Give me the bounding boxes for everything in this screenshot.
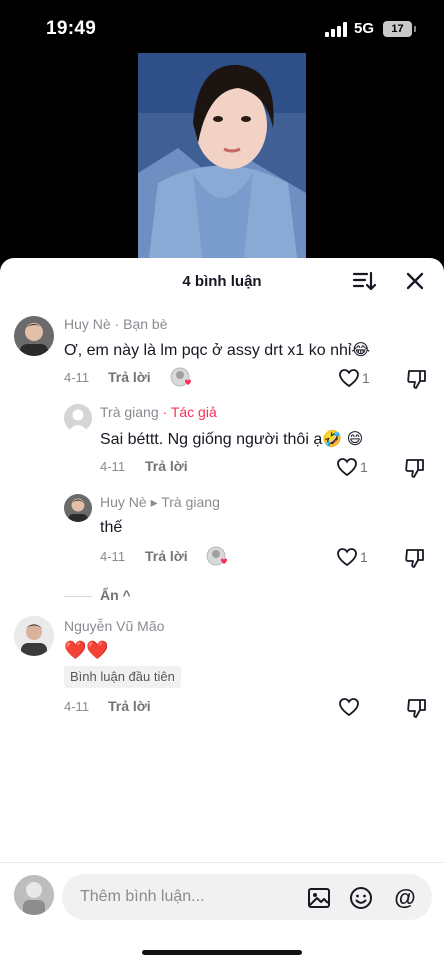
reply-button[interactable]: Trả lời bbox=[108, 369, 151, 385]
dislike-icon[interactable] bbox=[404, 457, 426, 479]
image-icon[interactable] bbox=[306, 885, 332, 911]
comment-text: Ơ, em này là lm pqc ở assy drt x1 ko nhỉ… bbox=[64, 342, 371, 359]
dislike-icon[interactable] bbox=[406, 368, 428, 390]
network-type: 5G bbox=[354, 20, 375, 37]
avatar[interactable] bbox=[64, 494, 92, 522]
comment-count-title: 4 bình luận bbox=[182, 273, 262, 290]
signal-icon bbox=[325, 22, 349, 37]
comment-input[interactable]: Thêm bình luận... @ bbox=[62, 874, 432, 920]
heart-icon[interactable] bbox=[338, 368, 360, 388]
comment-author[interactable]: Huy Nè ▸ Trà giang bbox=[100, 494, 220, 511]
comment-text: Sai béttt. Ng giống người thôi ạ🤣 😄 bbox=[100, 431, 364, 448]
avatar[interactable] bbox=[64, 404, 92, 432]
collapse-label[interactable]: Ẩn ^ bbox=[100, 587, 131, 603]
reply-item: Trà giang · Tác giả Sai béttt. Ng giống … bbox=[0, 400, 444, 480]
reply-to-tag[interactable]: ▸ Trà giang bbox=[151, 494, 220, 510]
comment-date: 4-11 bbox=[64, 370, 90, 385]
comment-sheet: 4 bình luận Huy Nè · Bạn bè Ơ, em này là… bbox=[0, 258, 444, 960]
emoji-icon[interactable] bbox=[348, 885, 374, 911]
heart-icon[interactable] bbox=[336, 547, 358, 567]
creator-liked-icon bbox=[206, 546, 227, 566]
status-time: 19:49 bbox=[46, 18, 97, 39]
heart-icon[interactable] bbox=[336, 457, 358, 477]
comment-date: 4-11 bbox=[100, 549, 126, 564]
comment-date: 4-11 bbox=[100, 459, 126, 474]
comment-date: 4-11 bbox=[64, 699, 90, 714]
video-preview[interactable] bbox=[138, 53, 306, 265]
collapse-replies-button[interactable]: Ẩn ^ bbox=[64, 586, 144, 606]
svg-text:@: @ bbox=[394, 885, 415, 910]
divider bbox=[64, 596, 92, 597]
comment-input-placeholder: Thêm bình luận... bbox=[80, 888, 205, 905]
dislike-icon[interactable] bbox=[404, 547, 426, 569]
friend-tag: · Bạn bè bbox=[114, 316, 168, 332]
sheet-header: 4 bình luận bbox=[0, 258, 444, 304]
status-bar: 19:49 5G 17 bbox=[0, 0, 444, 60]
reply-button[interactable]: Trả lời bbox=[108, 698, 151, 714]
mention-icon[interactable]: @ bbox=[392, 885, 418, 911]
reply-item: Huy Nè ▸ Trà giang thế 4-11 Trả lời 1 bbox=[0, 490, 444, 570]
reply-button[interactable]: Trả lời bbox=[145, 458, 188, 474]
reply-button[interactable]: Trả lời bbox=[145, 548, 188, 564]
dislike-icon[interactable] bbox=[406, 697, 428, 719]
comment-author[interactable]: Huy Nè · Bạn bè bbox=[64, 316, 168, 332]
creator-liked-icon bbox=[170, 367, 191, 387]
author-tag: · Tác giả bbox=[162, 404, 217, 420]
first-comment-badge: Bình luận đầu tiên bbox=[64, 666, 181, 688]
sort-icon[interactable] bbox=[352, 270, 376, 292]
like-count: 1 bbox=[360, 459, 368, 475]
avatar[interactable] bbox=[14, 616, 54, 656]
like-count: 1 bbox=[362, 370, 370, 386]
comment-author[interactable]: Nguyễn Vũ Mão bbox=[64, 618, 164, 634]
comment-item: Huy Nè · Bạn bè Ơ, em này là lm pqc ở as… bbox=[0, 312, 444, 392]
close-icon[interactable] bbox=[404, 270, 426, 292]
home-indicator bbox=[142, 950, 302, 955]
comment-input-bar: Thêm bình luận... @ bbox=[0, 862, 444, 960]
comment-author[interactable]: Trà giang · Tác giả bbox=[100, 404, 217, 420]
comment-text: thế bbox=[100, 519, 123, 536]
comment-text: ❤️❤️ bbox=[64, 640, 109, 660]
heart-icon[interactable] bbox=[338, 697, 360, 717]
my-avatar[interactable] bbox=[14, 875, 54, 915]
avatar[interactable] bbox=[14, 316, 54, 356]
battery-icon: 17 bbox=[383, 21, 416, 37]
like-count: 1 bbox=[360, 549, 368, 565]
